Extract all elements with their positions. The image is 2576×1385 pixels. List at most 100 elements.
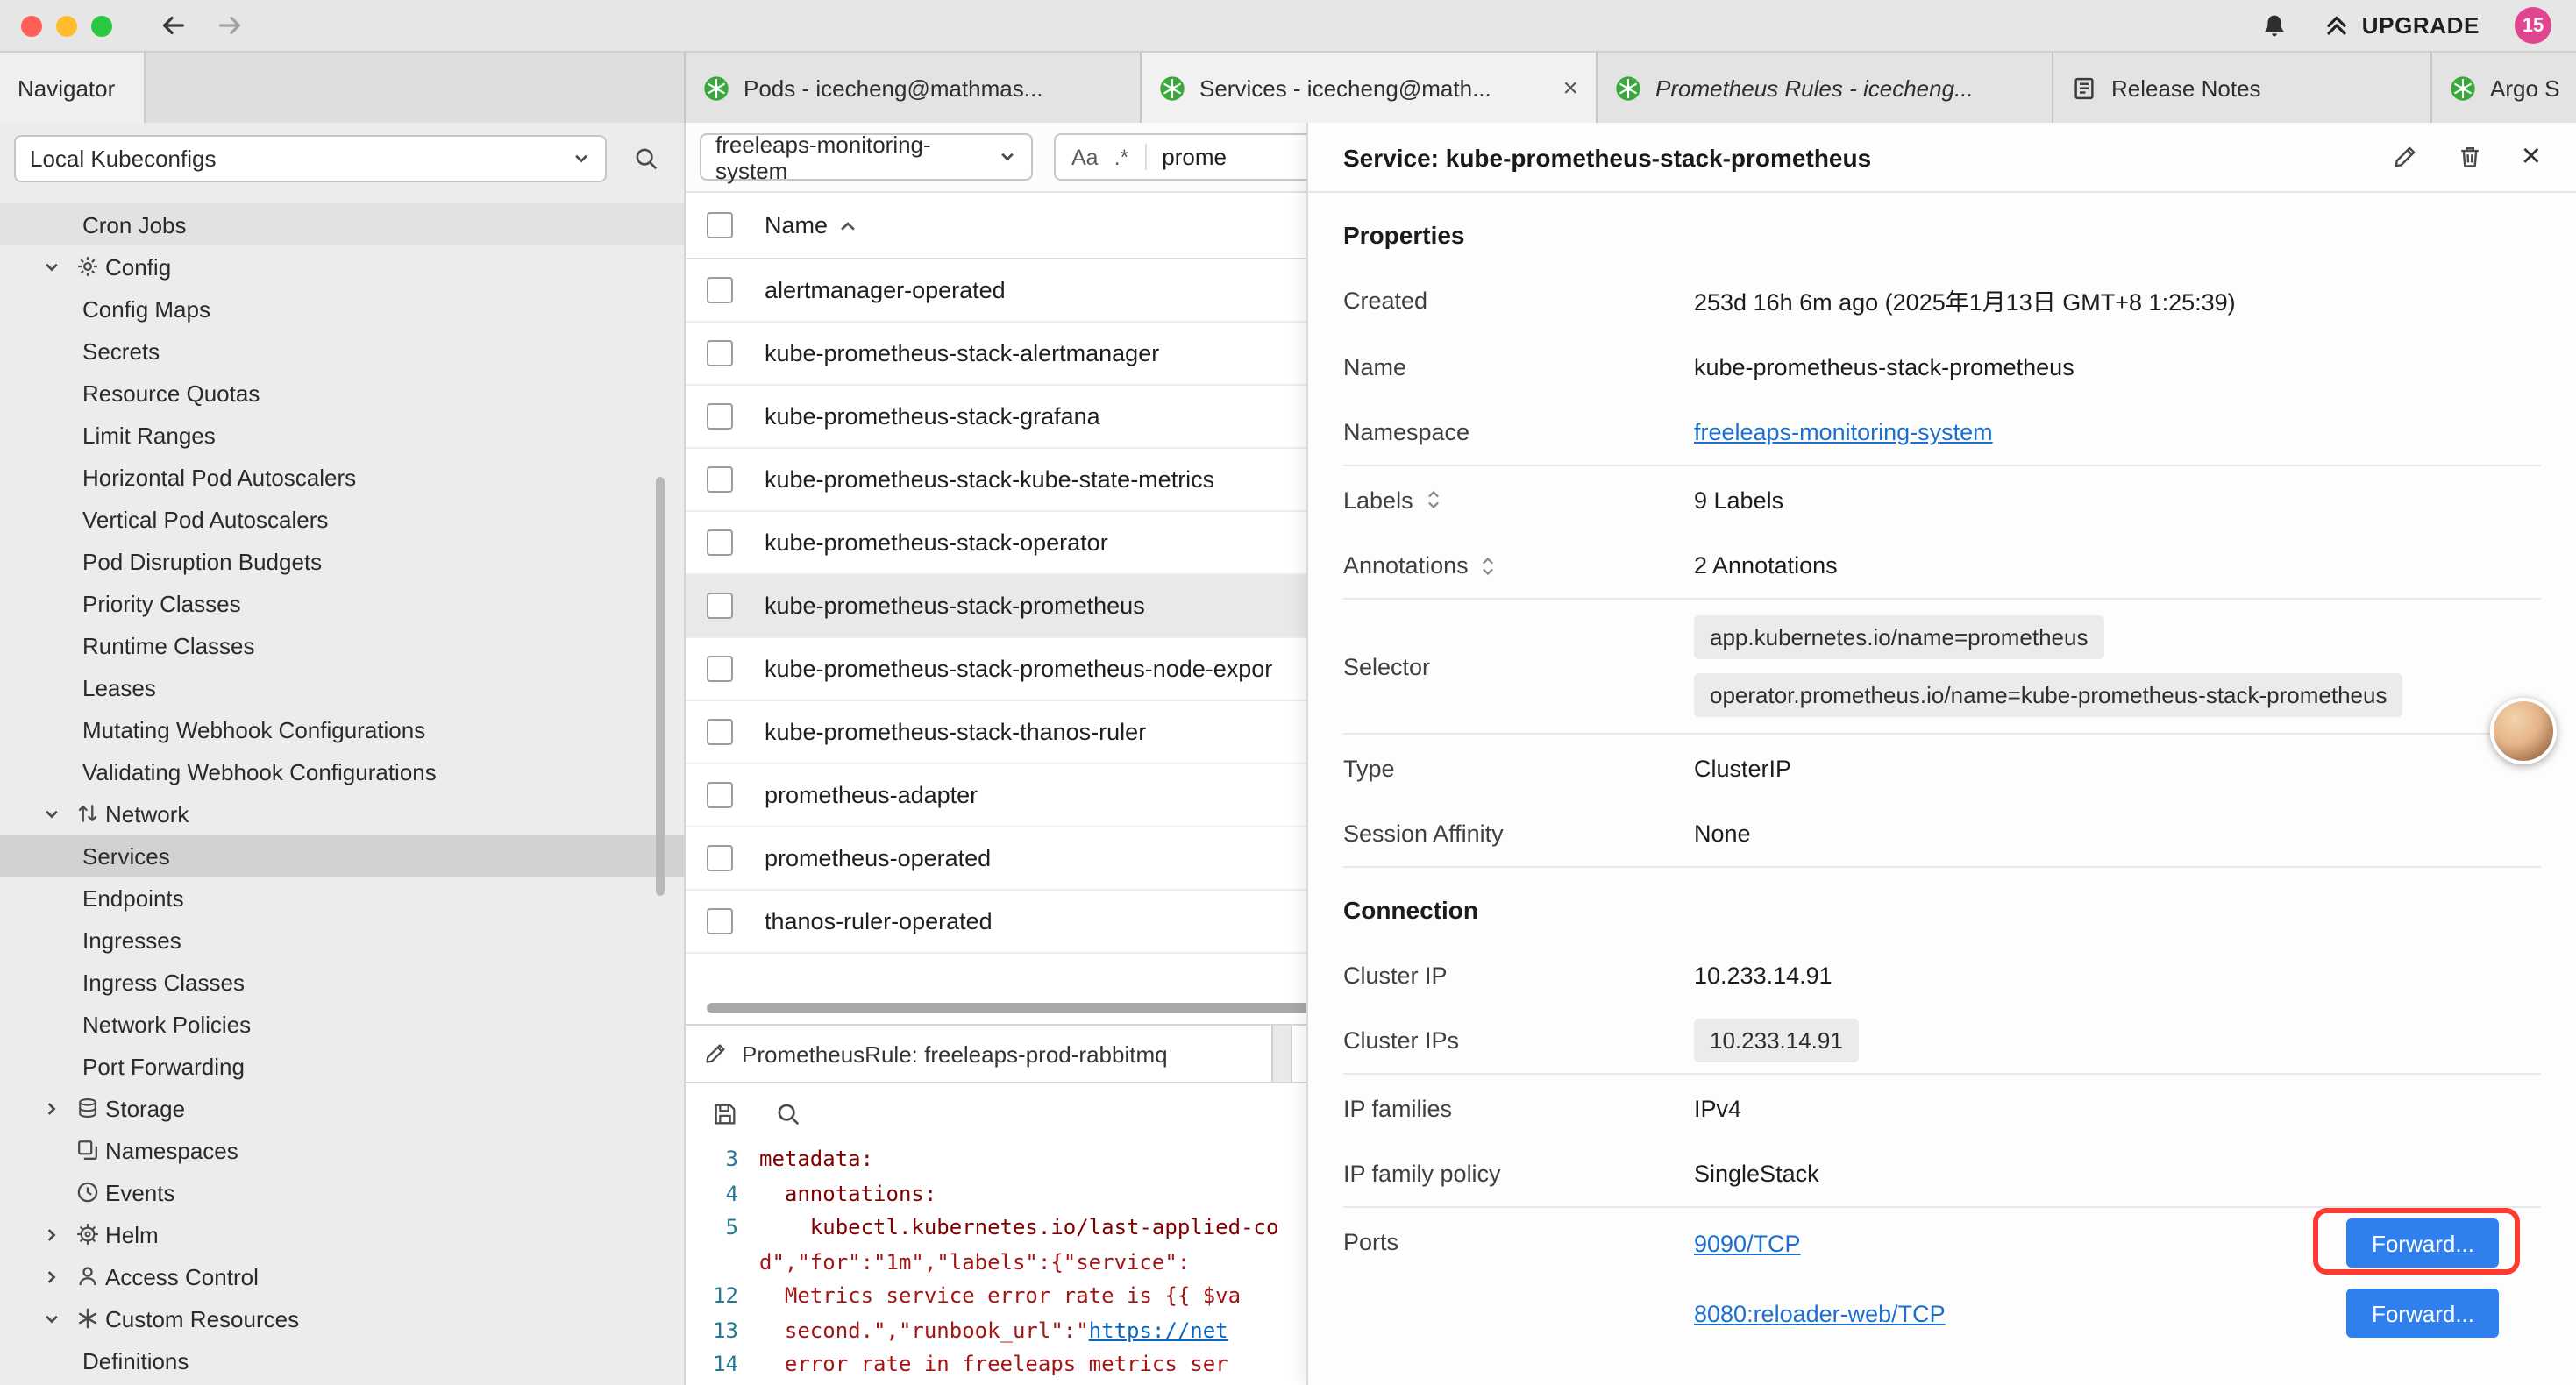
sidebar-item-ingress-classes[interactable]: Ingress Classes: [0, 961, 684, 1003]
sidebar-item-endpoints[interactable]: Endpoints: [0, 877, 684, 919]
sidebar-item-services[interactable]: Services: [0, 835, 684, 877]
row-checkbox[interactable]: [707, 782, 733, 808]
sidebar-item-limit-ranges[interactable]: Limit Ranges: [0, 414, 684, 456]
sidebar-item-runtime-classes[interactable]: Runtime Classes: [0, 624, 684, 666]
row-checkbox[interactable]: [707, 845, 733, 871]
expand-toggle-icon[interactable]: [1426, 489, 1441, 510]
sidebar-item-label: Leases: [82, 674, 156, 700]
save-icon[interactable]: [703, 1092, 745, 1134]
kubeconfig-selector[interactable]: Local Kubeconfigs: [14, 134, 607, 181]
sidebar-item-custom-resources[interactable]: Custom Resources: [0, 1297, 684, 1339]
namespaces-icon: [68, 1138, 105, 1162]
notes-icon: [2071, 75, 2097, 101]
edit-pencil-icon[interactable]: [2392, 144, 2418, 170]
sidebar-item-storage[interactable]: Storage: [0, 1087, 684, 1129]
forward-button[interactable]: Forward...: [2347, 1289, 2499, 1338]
chevron-down-icon[interactable]: [35, 804, 68, 823]
expand-toggle-icon[interactable]: [1481, 555, 1497, 576]
upgrade-button[interactable]: UPGRADE: [2323, 12, 2480, 39]
chevron-right-icon[interactable]: [35, 1098, 68, 1118]
namespace-filter-dropdown[interactable]: freeleaps-monitoring-system: [700, 133, 1033, 181]
detail-row-ip-family-policy: IP family policy SingleStack: [1343, 1141, 2541, 1208]
port-row: 9090/TCP Forward...: [1694, 1208, 2541, 1278]
sidebar-item-label: Horizontal Pod Autoscalers: [82, 464, 356, 490]
row-checkbox[interactable]: [707, 340, 733, 366]
name-column-header[interactable]: Name: [765, 212, 857, 238]
row-checkbox[interactable]: [707, 529, 733, 556]
detail-row-label: Name: [1343, 353, 1694, 380]
regex-toggle[interactable]: .*: [1114, 145, 1129, 169]
tab-pods-icecheng-mathmas[interactable]: Pods - icecheng@mathmas...: [686, 53, 1142, 123]
sidebar-scrollbar-thumb[interactable]: [656, 477, 665, 896]
match-case-toggle[interactable]: Aa: [1071, 145, 1099, 169]
sidebar-item-port-forwarding[interactable]: Port Forwarding: [0, 1045, 684, 1087]
forward-button[interactable]: Forward...: [2347, 1218, 2499, 1268]
tab-release-notes[interactable]: Release Notes: [2053, 53, 2432, 123]
close-panel-icon[interactable]: ×: [2522, 140, 2541, 174]
sidebar-item-network[interactable]: Network: [0, 792, 684, 835]
sidebar-item-vertical-pod-autoscalers[interactable]: Vertical Pod Autoscalers: [0, 498, 684, 540]
sidebar-item-validating-webhook-configurations[interactable]: Validating Webhook Configurations: [0, 750, 684, 792]
sidebar-item-namespaces[interactable]: Namespaces: [0, 1129, 684, 1171]
zoom-window-button[interactable]: [91, 15, 112, 36]
navigator-tab[interactable]: Navigator: [0, 53, 145, 123]
upgrade-label: UPGRADE: [2362, 12, 2480, 39]
detail-row-value: freeleaps-monitoring-system: [1694, 419, 2541, 445]
row-checkbox[interactable]: [707, 593, 733, 619]
sidebar-item-helm[interactable]: Helm: [0, 1213, 684, 1255]
row-checkbox[interactable]: [707, 908, 733, 934]
close-tab-icon[interactable]: ×: [1562, 75, 1578, 101]
detail-row-value: 253d 16h 6m ago (2025年1月13日 GMT+8 1:25:3…: [1694, 282, 2541, 317]
detail-row-ports: Ports 9090/TCPForward...8080:reloader-we…: [1343, 1208, 2541, 1348]
search-icon[interactable]: [624, 137, 666, 179]
sidebar-item-definitions[interactable]: Definitions: [0, 1339, 684, 1381]
sidebar-item-resource-quotas[interactable]: Resource Quotas: [0, 372, 684, 414]
sidebar-item-access-control[interactable]: Access Control: [0, 1255, 684, 1297]
namespace-link[interactable]: freeleaps-monitoring-system: [1694, 419, 1993, 445]
sidebar-item-priority-classes[interactable]: Priority Classes: [0, 582, 684, 624]
chevron-down-icon[interactable]: [35, 1309, 68, 1328]
detail-header: Service: kube-prometheus-stack-prometheu…: [1308, 123, 2576, 193]
editor-tab-prometheusrule[interactable]: PrometheusRule: freeleaps-prod-rabbitmq: [686, 1026, 1273, 1082]
sidebar-item-mutating-webhook-configurations[interactable]: Mutating Webhook Configurations: [0, 708, 684, 750]
row-checkbox[interactable]: [707, 719, 733, 745]
tab-argo-s[interactable]: Argo S: [2432, 53, 2576, 123]
sidebar-item-pod-disruption-budgets[interactable]: Pod Disruption Budgets: [0, 540, 684, 582]
row-checkbox[interactable]: [707, 403, 733, 430]
notifications-bell-icon[interactable]: [2260, 11, 2288, 39]
sidebar-item-secrets[interactable]: Secrets: [0, 330, 684, 372]
forward-icon[interactable]: [216, 11, 246, 40]
back-icon[interactable]: [158, 11, 188, 40]
row-checkbox[interactable]: [707, 656, 733, 682]
sidebar-item-config[interactable]: Config: [0, 245, 684, 288]
minimize-window-button[interactable]: [56, 15, 77, 36]
notification-count-badge[interactable]: 15: [2515, 7, 2551, 44]
user-avatar[interactable]: [2490, 698, 2557, 764]
sidebar-item-horizontal-pod-autoscalers[interactable]: Horizontal Pod Autoscalers: [0, 456, 684, 498]
detail-row-label: Namespace: [1343, 419, 1694, 445]
delete-trash-icon[interactable]: [2457, 144, 2483, 170]
select-all-checkbox[interactable]: [707, 212, 733, 238]
close-window-button[interactable]: [21, 15, 42, 36]
port-link[interactable]: 8080:reloader-web/TCP: [1694, 1300, 1946, 1326]
chevron-right-icon[interactable]: [35, 1267, 68, 1286]
detail-actions: ×: [2392, 140, 2541, 174]
row-checkbox[interactable]: [707, 277, 733, 303]
sidebar-item-events[interactable]: Events: [0, 1171, 684, 1213]
detail-row-cluster-ip: Cluster IP 10.233.14.91: [1343, 941, 2541, 1008]
sidebar-item-cron-jobs[interactable]: Cron Jobs: [0, 203, 684, 245]
sidebar-item-ingresses[interactable]: Ingresses: [0, 919, 684, 961]
row-checkbox[interactable]: [707, 466, 733, 493]
sidebar-item-label: Storage: [105, 1095, 185, 1121]
sidebar-item-leases[interactable]: Leases: [0, 666, 684, 708]
sidebar-item-network-policies[interactable]: Network Policies: [0, 1003, 684, 1045]
sidebar-item-config-maps[interactable]: Config Maps: [0, 288, 684, 330]
sort-ascending-icon: [838, 218, 857, 232]
chevron-right-icon[interactable]: [35, 1225, 68, 1244]
tab-prometheus-rules-icecheng[interactable]: Prometheus Rules - icecheng...: [1598, 53, 2053, 123]
chevron-down-icon[interactable]: [35, 257, 68, 276]
tab-services-icecheng-math[interactable]: Services - icecheng@math... ×: [1142, 53, 1598, 123]
port-link[interactable]: 9090/TCP: [1694, 1230, 1801, 1256]
search-icon[interactable]: [766, 1092, 808, 1134]
tab-label: Prometheus Rules - icecheng...: [1655, 75, 2034, 101]
